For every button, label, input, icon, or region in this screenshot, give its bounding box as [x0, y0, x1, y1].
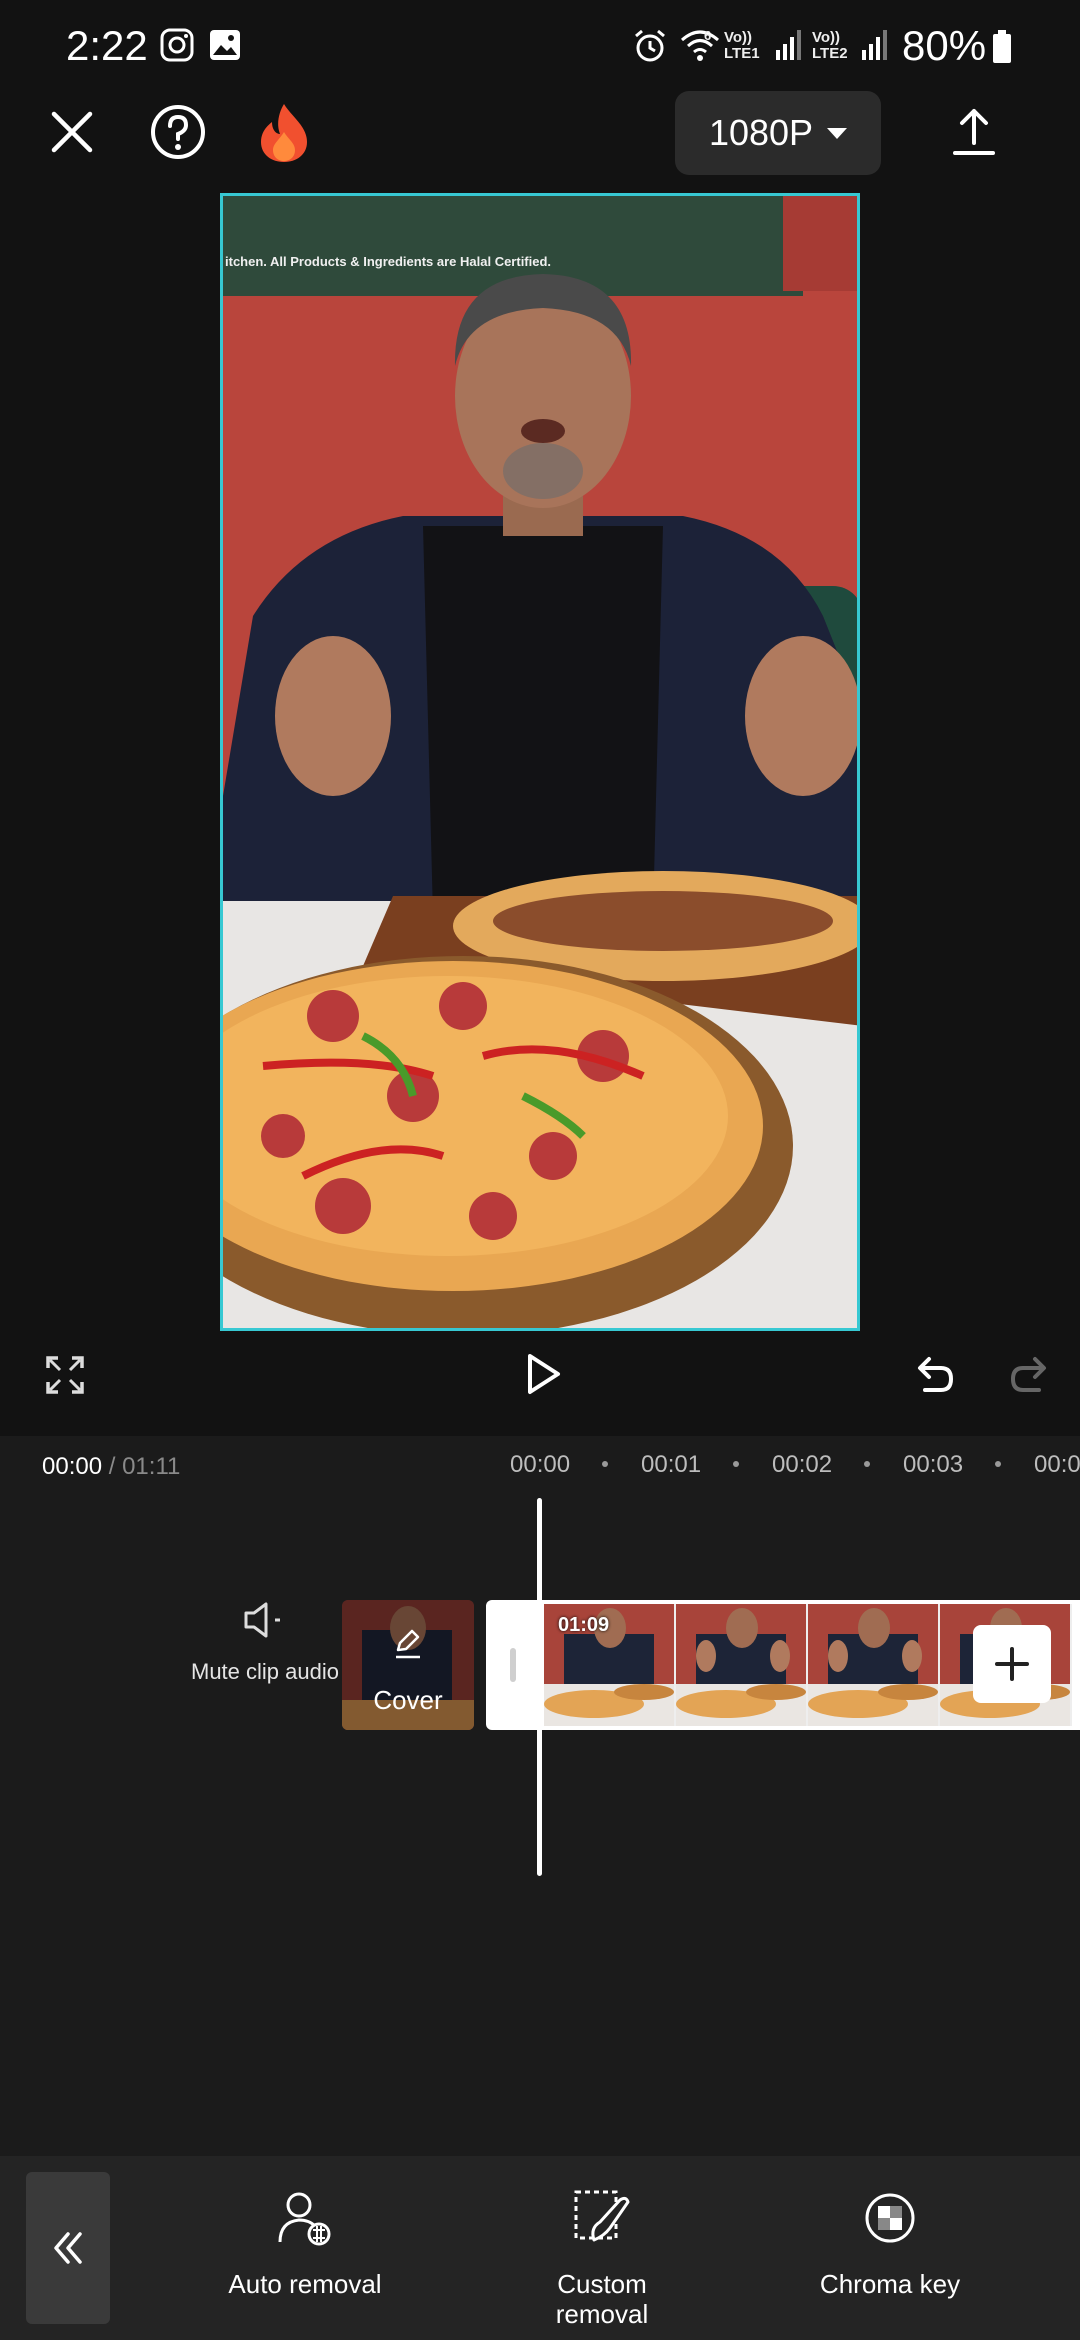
fullscreen-button[interactable] [40, 1350, 90, 1400]
help-button[interactable] [146, 100, 210, 164]
status-time: 2:22 [66, 22, 148, 69]
help-icon [151, 105, 205, 159]
battery-icon [993, 30, 1011, 63]
auto-removal-button[interactable]: Auto removal [195, 2188, 415, 2299]
speaker-icon [244, 1602, 280, 1638]
edit-pencil-icon [396, 1629, 420, 1659]
mute-clip-audio-button[interactable]: Mute clip audio [170, 1600, 360, 1685]
chevron-down-icon [827, 127, 848, 139]
signal-icon [862, 30, 887, 60]
chroma-key-icon [865, 2193, 915, 2243]
add-clip-button[interactable] [973, 1625, 1051, 1703]
current-time: 00:00 [42, 1453, 103, 1480]
sim2-label: Vo)) LTE2 [812, 29, 848, 62]
gallery-icon [210, 30, 240, 60]
resolution-value: 1080P [708, 112, 814, 153]
ruler-tick: 00:0 [1034, 1451, 1080, 1478]
time-separator: / [102, 1453, 123, 1480]
cover-button[interactable]: Cover [342, 1600, 474, 1730]
ruler-tick: 00:02 [772, 1451, 833, 1478]
clip-frame [676, 1604, 808, 1726]
clip-trim-handle[interactable] [510, 1648, 516, 1682]
close-icon [51, 111, 93, 153]
ruler-dot [995, 1461, 1001, 1467]
undo-button[interactable] [908, 1350, 960, 1400]
wifi-badge: 6 [704, 28, 712, 43]
chroma-key-button[interactable]: Chroma key [780, 2188, 1000, 2299]
upload-icon [953, 109, 995, 155]
trending-button[interactable] [252, 98, 316, 168]
close-button[interactable] [40, 100, 104, 164]
time-display: 00:00 / 01:11 [42, 1453, 180, 1481]
ruler-tick: 00:00 [510, 1451, 571, 1478]
total-time: 01:11 [122, 1453, 181, 1480]
signal-icon [776, 30, 801, 60]
wifi-icon [681, 30, 719, 61]
custom-removal-label: Custom removal [555, 2269, 649, 2329]
fullscreen-icon [46, 1356, 84, 1394]
export-button[interactable] [942, 100, 1006, 164]
plus-icon [995, 1647, 1029, 1681]
resolution-dropdown[interactable]: 1080P [675, 91, 881, 175]
sim1-label: Vo)) LTE1 [724, 29, 760, 62]
video-banner-text: itchen. All Products & Ingredients are H… [225, 254, 552, 269]
auto-removal-label: Auto removal [228, 2269, 382, 2299]
redo-button[interactable] [1004, 1350, 1056, 1400]
back-button[interactable] [26, 2172, 110, 2324]
instagram-icon [160, 28, 194, 62]
timeline-playhead[interactable] [537, 1498, 542, 1876]
ruler-dot [602, 1461, 608, 1467]
undo-icon [918, 1357, 954, 1392]
chroma-key-label: Chroma key [819, 2269, 961, 2299]
play-icon [528, 1354, 560, 1394]
clip-frame [808, 1604, 940, 1726]
status-bar: 2:22 6 Vo)) LTE1 Vo)) LTE2 80% [0, 0, 1080, 90]
video-frame [223, 196, 857, 1328]
battery-percentage: 80% [902, 22, 987, 69]
ruler-tick: 00:03 [903, 1451, 964, 1478]
brush-select-icon [574, 2190, 630, 2242]
ruler-tick: 00:01 [641, 1451, 702, 1478]
video-preview[interactable]: itchen. All Products & Ingredients are H… [220, 193, 860, 1331]
person-cutout-icon [278, 2192, 331, 2246]
flame-icon [261, 104, 307, 162]
alarm-icon [635, 29, 665, 62]
play-button[interactable] [516, 1346, 572, 1402]
double-chevron-left-icon [54, 2232, 82, 2264]
ruler-dot [733, 1461, 739, 1467]
redo-icon [1010, 1357, 1046, 1392]
custom-removal-button[interactable]: Custom removal [492, 2188, 712, 2329]
cover-label: Cover [373, 1685, 443, 1715]
mute-clip-audio-label: Mute clip audio [191, 1659, 339, 1684]
ruler-dot [864, 1461, 870, 1467]
clip-duration: 01:09 [558, 1614, 610, 1636]
